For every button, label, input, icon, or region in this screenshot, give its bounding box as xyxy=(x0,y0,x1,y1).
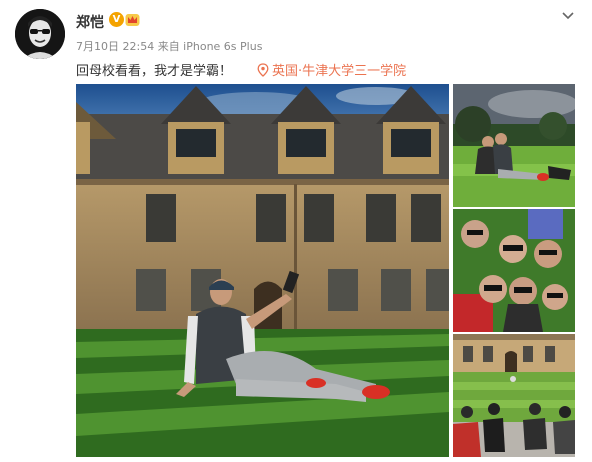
photo-group-selfie[interactable] xyxy=(453,209,575,332)
post-meta: 7月10日 22:54 来自 iPhone 6s Plus xyxy=(76,40,263,53)
location-text: 英国·牛津大学三一学院 xyxy=(272,64,407,79)
photo-sitting-on-grass[interactable] xyxy=(453,84,575,207)
photo-oxford-lawn[interactable] xyxy=(76,84,449,457)
author-name[interactable]: 郑恺 xyxy=(76,12,104,32)
chevron-down-icon[interactable] xyxy=(560,8,576,24)
verified-v-icon: V xyxy=(109,12,124,27)
post-location[interactable]: 英国·牛津大学三一学院 xyxy=(257,60,406,79)
location-pin-icon xyxy=(257,62,269,77)
author-avatar[interactable] xyxy=(15,9,65,59)
post-text: 回母校看看，我才是学霸！ xyxy=(76,64,233,79)
vip-crown-icon[interactable] xyxy=(125,12,140,27)
photo-group-lawn[interactable] xyxy=(453,334,575,457)
